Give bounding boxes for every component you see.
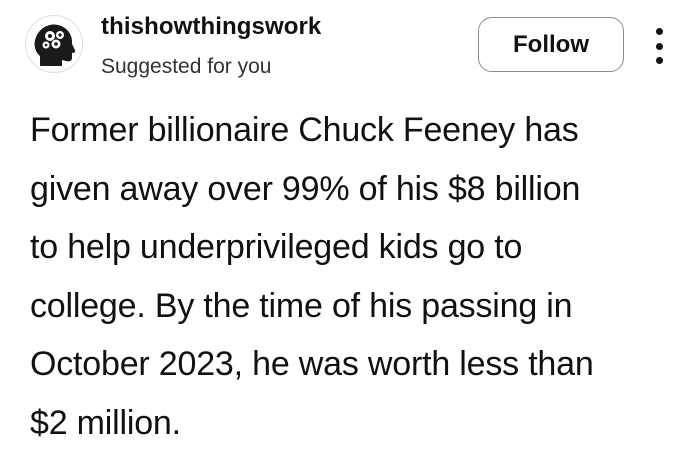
head-gears-icon <box>26 16 82 72</box>
more-dot <box>656 28 663 35</box>
post-text-line: to help underprivileged kids go to <box>30 218 690 277</box>
post-text-line: Former billionaire Chuck Feeney has <box>30 101 690 160</box>
post-text-line: October 2023, he was worth less than <box>30 335 690 394</box>
post-text-line: $2 million. <box>30 394 690 452</box>
avatar[interactable] <box>25 15 83 73</box>
suggested-label: Suggested for you <box>101 55 271 79</box>
post-text-line: college. By the time of his passing in <box>30 277 690 336</box>
more-dot <box>656 43 663 50</box>
username[interactable]: thishowthingswork <box>101 13 321 41</box>
post-text-line: given away over 99% of his $8 billion <box>30 160 690 219</box>
post-card: thishowthingswork Suggested for you Foll… <box>0 0 700 432</box>
post-text: Former billionaire Chuck Feeney has give… <box>30 101 690 452</box>
follow-button[interactable]: Follow <box>478 17 624 72</box>
more-options-icon[interactable] <box>644 24 674 68</box>
more-dot <box>656 57 663 64</box>
